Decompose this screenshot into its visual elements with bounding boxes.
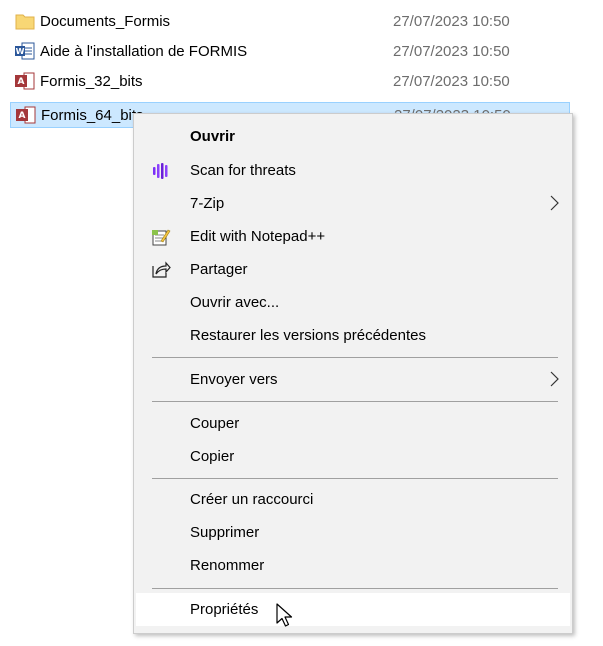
menu-item-restore-versions[interactable]: Restaurer les versions précédentes — [136, 319, 570, 352]
share-icon — [150, 259, 172, 281]
word-document-icon: W — [14, 40, 36, 62]
menu-item-label: Envoyer vers — [190, 371, 278, 388]
menu-item-scan-for-threats[interactable]: Scan for threats — [136, 154, 570, 187]
file-date: 27/07/2023 10:50 — [393, 42, 510, 60]
menu-item-label: Créer un raccourci — [190, 491, 314, 508]
menu-separator — [152, 357, 558, 358]
access-database-icon: A — [14, 70, 36, 92]
menu-item-properties[interactable]: Propriétés — [136, 593, 570, 626]
menu-item-label: Edit with Notepad++ — [190, 228, 326, 245]
menu-item-7zip[interactable]: 7-Zip — [136, 187, 570, 220]
folder-icon — [14, 10, 36, 32]
access-database-icon: A — [15, 104, 37, 126]
menu-item-send-to[interactable]: Envoyer vers — [136, 363, 570, 396]
menu-separator — [152, 478, 558, 479]
menu-item-cut[interactable]: Couper — [136, 407, 570, 440]
notepad-plus-plus-icon — [150, 226, 172, 248]
menu-item-create-shortcut[interactable]: Créer un raccourci — [136, 483, 570, 516]
menu-item-label: Ouvrir — [190, 128, 236, 145]
menu-item-edit-notepad[interactable]: Edit with Notepad++ — [136, 220, 570, 253]
menu-item-label: Couper — [190, 415, 240, 432]
menu-separator — [152, 401, 558, 402]
menu-item-label: Propriétés — [190, 601, 259, 618]
menu-separator — [152, 588, 558, 589]
chevron-right-icon — [548, 195, 560, 211]
svg-text:A: A — [18, 77, 25, 87]
context-menu: Ouvrir Scan for threats 7-Zip Edit with … — [133, 113, 573, 634]
file-row-aide-installation[interactable]: W Aide à l'installation de FORMIS 27/07/… — [10, 38, 570, 64]
file-name: Formis_32_bits — [40, 72, 143, 90]
menu-item-share[interactable]: Partager — [136, 253, 570, 286]
menu-item-label: Supprimer — [190, 524, 260, 541]
menu-item-label: Ouvrir avec... — [190, 294, 280, 311]
menu-item-label: Renommer — [190, 557, 265, 574]
menu-item-label: Copier — [190, 448, 235, 465]
menu-item-open[interactable]: Ouvrir — [136, 120, 570, 153]
menu-item-open-with[interactable]: Ouvrir avec... — [136, 286, 570, 319]
svg-text:A: A — [19, 111, 26, 121]
menu-item-rename[interactable]: Renommer — [136, 549, 570, 582]
svg-text:W: W — [16, 47, 25, 56]
file-date: 27/07/2023 10:50 — [393, 12, 510, 30]
menu-item-delete[interactable]: Supprimer — [136, 516, 570, 549]
menu-item-label: Restaurer les versions précédentes — [190, 327, 426, 344]
menu-item-label: Partager — [190, 261, 248, 278]
file-row-documents-formis[interactable]: Documents_Formis 27/07/2023 10:50 — [10, 8, 570, 34]
file-name: Aide à l'installation de FORMIS — [40, 42, 248, 60]
file-date: 27/07/2023 10:50 — [393, 72, 510, 90]
file-name: Documents_Formis — [40, 12, 171, 30]
mouse-pointer-icon — [276, 603, 294, 633]
chevron-right-icon — [548, 371, 560, 387]
menu-item-label: Scan for threats — [190, 162, 296, 179]
menu-item-copy[interactable]: Copier — [136, 440, 570, 473]
file-row-formis-32[interactable]: A Formis_32_bits 27/07/2023 10:50 — [10, 68, 570, 94]
antivirus-scan-icon — [150, 160, 172, 182]
menu-item-label: 7-Zip — [190, 195, 225, 212]
